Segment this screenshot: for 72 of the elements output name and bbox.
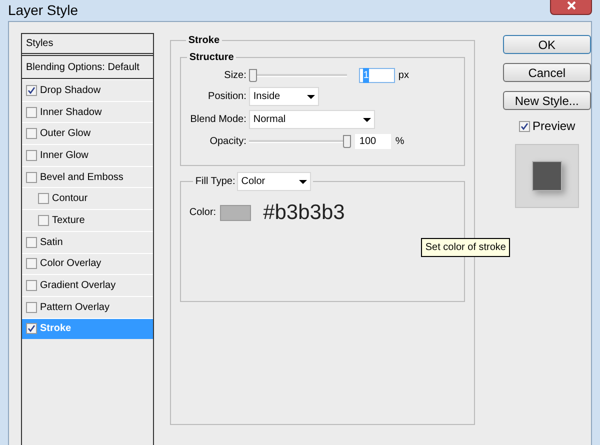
style-label: Pattern Overlay	[40, 300, 110, 315]
checkbox[interactable]	[26, 258, 37, 270]
style-item[interactable]: Bevel and Emboss	[22, 166, 154, 188]
fill-type-label: Fill Type:	[195, 175, 236, 189]
style-item[interactable]: Texture	[22, 209, 154, 231]
close-button[interactable]	[550, 0, 592, 14]
style-label: Outer Glow	[40, 127, 91, 142]
checkbox[interactable]	[26, 236, 37, 248]
styles-header: Styles	[22, 34, 154, 56]
checkbox[interactable]	[26, 106, 37, 118]
checkbox[interactable]	[26, 302, 37, 313]
unit-label: px	[398, 68, 409, 82]
checkmark-icon	[27, 324, 36, 334]
color-swatch[interactable]	[220, 204, 252, 221]
slider-thumb[interactable]	[249, 68, 258, 82]
dialog-button[interactable]: Cancel	[502, 63, 591, 82]
style-label: Gradient Overlay	[40, 279, 116, 294]
style-label: Satin	[40, 236, 63, 250]
position-label: Position:	[207, 90, 248, 104]
checkbox[interactable]	[26, 84, 37, 96]
style-label: Drop Shadow	[40, 84, 101, 98]
caret-icon	[363, 118, 372, 122]
checkbox[interactable]	[26, 280, 37, 292]
checkbox[interactable]	[26, 172, 37, 183]
dialog-button[interactable]: OK	[502, 35, 591, 54]
style-label: Texture	[52, 214, 85, 228]
checkbox[interactable]	[26, 150, 37, 161]
checkbox[interactable]	[38, 214, 49, 226]
style-item[interactable]: Color Overlay	[22, 252, 154, 274]
checkbox[interactable]	[518, 120, 530, 132]
color-label: Color:	[189, 206, 216, 220]
style-label: Color Overlay	[40, 257, 102, 272]
style-item[interactable]: Drop Shadow	[22, 79, 154, 101]
group-title: Stroke	[187, 34, 221, 48]
checkmark-icon	[27, 86, 36, 95]
style-item[interactable]: Gradient Overlay	[22, 274, 154, 296]
checkbox[interactable]	[26, 323, 37, 334]
caret-icon	[299, 180, 308, 184]
unit-label: %	[395, 134, 404, 148]
style-label: Inner Glow	[40, 148, 88, 163]
color-annotation: #b3b3b3	[263, 200, 345, 226]
checkbox[interactable]	[38, 193, 49, 204]
preview-label: Preview	[532, 118, 576, 135]
dropdown[interactable]: Normal	[249, 110, 376, 129]
style-item[interactable]: Outer Glow	[22, 122, 154, 144]
style-item[interactable]: Satin	[22, 230, 154, 252]
dropdown[interactable]: Inside	[249, 87, 320, 106]
style-item[interactable]: Inner Shadow	[22, 100, 154, 122]
style-label: Stroke	[40, 322, 72, 336]
size-label: Size:	[223, 68, 248, 82]
style-label: Bevel and Emboss	[40, 170, 124, 185]
style-item[interactable]: Inner Glow	[22, 144, 154, 166]
opacity-field[interactable]: 100	[355, 134, 392, 148]
group-title: Structure	[188, 51, 235, 65]
style-item[interactable]: Contour	[22, 187, 154, 210]
slider[interactable]	[249, 68, 348, 82]
blending-options[interactable]: Blending Options: Default	[22, 56, 154, 79]
preview-square	[532, 161, 562, 191]
blend-mode-label: Blend Mode:	[189, 113, 248, 127]
checkmark-icon	[520, 122, 529, 130]
slider[interactable]	[249, 134, 352, 148]
caret-icon	[307, 94, 316, 98]
opacity-label: Opacity:	[208, 134, 248, 148]
dropdown[interactable]: Color	[237, 172, 312, 191]
tooltip: Set color of stroke	[421, 238, 510, 257]
window-title: Layer Style	[8, 1, 78, 20]
style-label: Inner Shadow	[40, 106, 102, 120]
slider-thumb[interactable]	[343, 134, 352, 148]
dialog-button[interactable]: New Style...	[502, 91, 591, 110]
style-label: Contour	[52, 192, 88, 206]
checkbox[interactable]	[26, 128, 37, 140]
close-icon	[566, 1, 576, 10]
